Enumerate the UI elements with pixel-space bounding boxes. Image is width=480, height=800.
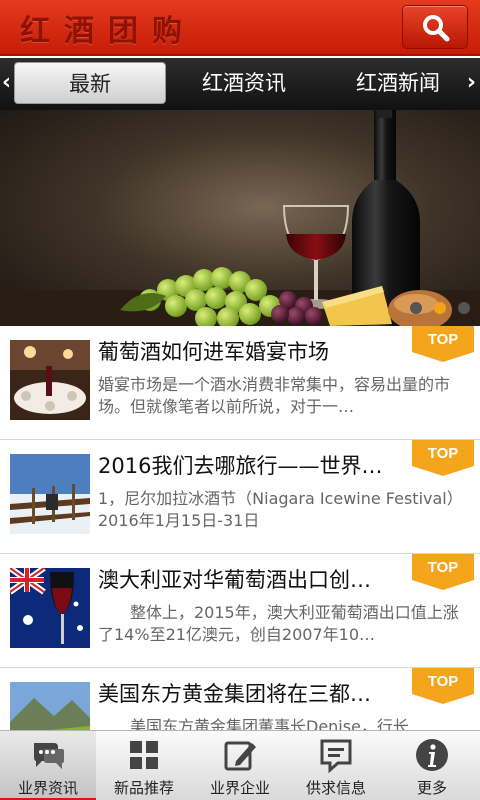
search-button[interactable] <box>402 5 468 49</box>
top-badge: TOP <box>412 668 474 704</box>
news-title: 澳大利亚对华葡萄酒出口创… <box>98 568 371 592</box>
top-badge-label: TOP <box>427 331 459 348</box>
news-item[interactable]: 美国东方黄金集团将在三都… 美国东方黄金集团董事长Denise，行长 TOP <box>0 668 480 730</box>
mountain-vineyard-image <box>10 682 90 730</box>
app-header: 红酒团购 <box>0 0 480 56</box>
top-badge-label: TOP <box>427 673 459 690</box>
bottom-navigation: 业界资讯 新品推荐 业界企业 供求信息 更多 <box>0 730 480 800</box>
tabs-scroll-left-icon[interactable]: ‹ <box>2 70 11 95</box>
nav-industry-companies[interactable]: 业界企业 <box>192 731 288 800</box>
news-thumbnail <box>10 682 90 730</box>
nav-label: 更多 <box>416 779 447 797</box>
carousel-dot-3[interactable] <box>458 302 470 314</box>
news-item[interactable]: 2016我们去哪旅行——世界… 1，尼尔加拉冰酒节（Niagara Icewin… <box>0 440 480 554</box>
carousel-dot-1[interactable] <box>410 302 422 314</box>
message-icon <box>320 739 352 773</box>
top-badge-label: TOP <box>427 445 459 462</box>
tabs-scroll-right-icon[interactable]: › <box>467 70 476 95</box>
news-thumbnail <box>10 568 90 648</box>
news-summary: 1，尼尔加拉冰酒节（Niagara Icewine Festival）2016年… <box>98 489 463 530</box>
category-tabs: ‹ 最新 红酒资讯 红酒新闻 › <box>0 58 480 110</box>
australia-flag-wine-image <box>10 568 90 648</box>
news-summary: 整体上，2015年，澳大利亚葡萄酒出口值上涨了14%至21亿澳元，创自2007年… <box>98 603 459 644</box>
news-title: 葡萄酒如何进军婚宴市场 <box>98 340 329 364</box>
top-badge: TOP <box>412 326 474 362</box>
banner-carousel[interactable] <box>0 110 480 326</box>
news-thumbnail <box>10 340 90 420</box>
top-badge: TOP <box>412 554 474 590</box>
search-icon <box>423 15 450 42</box>
tab-wine-news[interactable]: 红酒新闻 <box>326 62 470 104</box>
nav-label: 供求信息 <box>305 779 366 797</box>
vineyard-snow-image <box>10 454 90 534</box>
top-badge-label: TOP <box>427 559 459 576</box>
top-badge: TOP <box>412 440 474 476</box>
wine-still-life-image <box>0 110 480 326</box>
nav-label: 业界资讯 <box>17 779 78 797</box>
news-title: 2016我们去哪旅行——世界… <box>98 454 383 478</box>
news-summary: 婚宴市场是一个酒水消费非常集中，容易出量的市场。但就像笔者以前所说，对于一… <box>98 375 451 416</box>
news-title: 美国东方黄金集团将在三都… <box>98 682 371 706</box>
app-screen: 红酒团购 ‹ 最新 红酒资讯 红酒新闻 › 葡萄酒如何进军婚宴市场 婚宴市场是一… <box>0 0 480 800</box>
tab-wine-info[interactable]: 红酒资讯 <box>172 62 316 104</box>
app-title: 红酒团购 <box>20 14 196 49</box>
news-list: 葡萄酒如何进军婚宴市场 婚宴市场是一个酒水消费非常集中，容易出量的市场。但就像笔… <box>0 326 480 730</box>
chat-bubbles-icon <box>34 743 64 769</box>
info-icon <box>416 739 448 771</box>
carousel-dot-2[interactable] <box>434 302 446 314</box>
news-summary: 美国东方黄金集团董事长Denise，行长 <box>98 717 409 730</box>
nav-more[interactable]: 更多 <box>384 731 480 800</box>
nav-label: 新品推荐 <box>113 779 174 797</box>
grid-icon <box>130 741 158 769</box>
edit-icon <box>224 741 256 771</box>
nav-supply-demand[interactable]: 供求信息 <box>288 731 384 800</box>
nav-new-products[interactable]: 新品推荐 <box>96 731 192 800</box>
news-thumbnail <box>10 454 90 534</box>
nav-label: 业界企业 <box>209 779 270 797</box>
news-item[interactable]: 澳大利亚对华葡萄酒出口创… 整体上，2015年，澳大利亚葡萄酒出口值上涨了14%… <box>0 554 480 668</box>
wedding-banquet-image <box>10 340 90 420</box>
nav-industry-news[interactable]: 业界资讯 <box>0 731 96 800</box>
tab-latest[interactable]: 最新 <box>14 62 166 104</box>
news-item[interactable]: 葡萄酒如何进军婚宴市场 婚宴市场是一个酒水消费非常集中，容易出量的市场。但就像笔… <box>0 326 480 440</box>
